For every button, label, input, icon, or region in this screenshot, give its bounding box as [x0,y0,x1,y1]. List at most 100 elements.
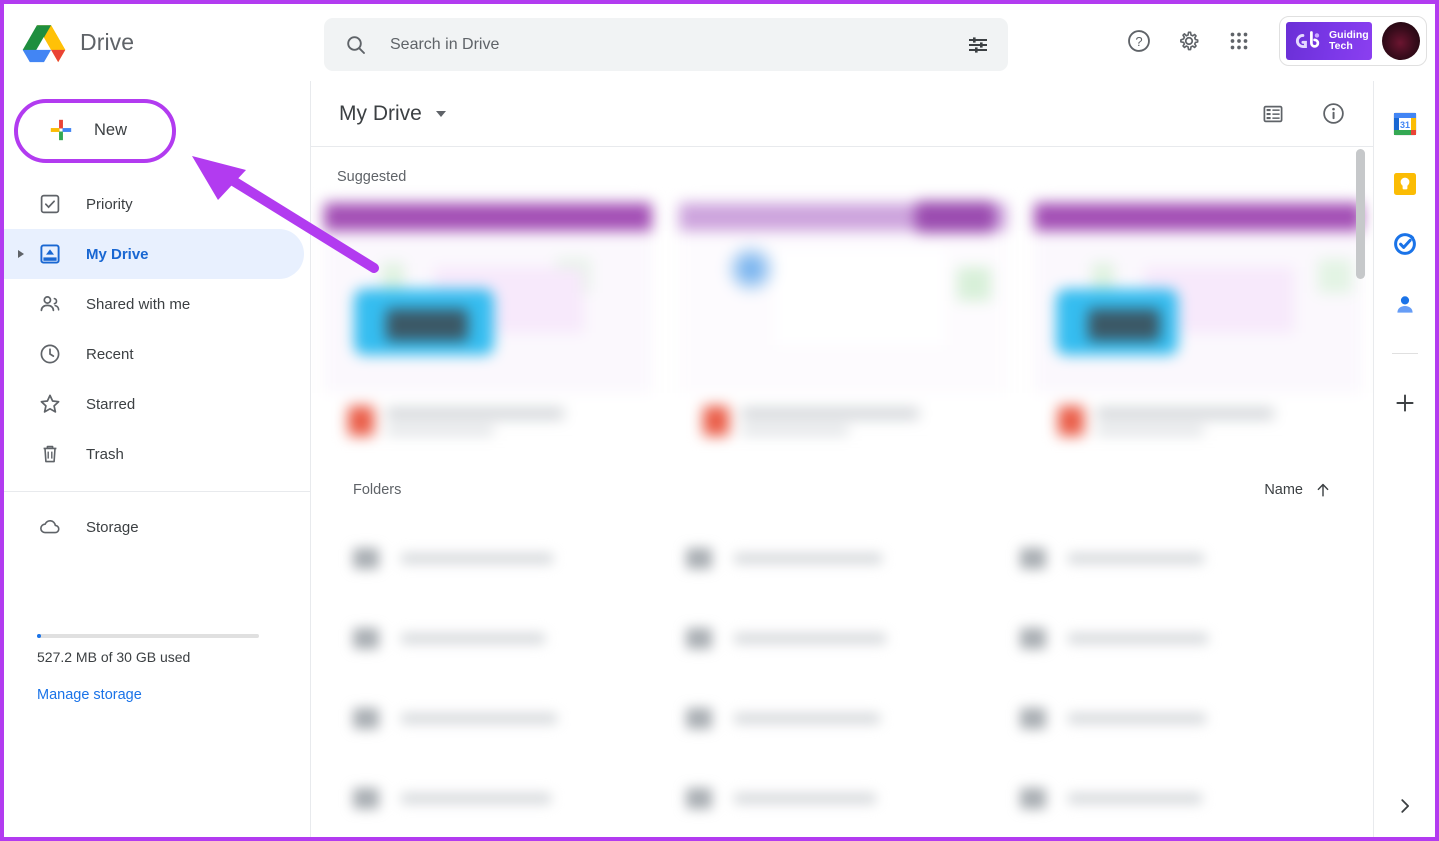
expand-panel-button[interactable] [1388,789,1422,823]
folder-icon [353,707,379,729]
screenshot-root: Drive Search in Drive ? Guiding Tech New… [0,0,1439,841]
folder-item[interactable] [353,598,686,678]
avatar[interactable] [1382,22,1420,60]
file-preview [1034,197,1362,393]
svg-text:?: ? [1135,34,1142,49]
workspace-badge-text: Guiding Tech [1329,29,1369,53]
folder-name-redacted [734,632,887,644]
sidebar-item-shared-with-me[interactable]: Shared with me [4,279,304,329]
google-keep-icon [1393,173,1416,195]
card-subtitle-redacted [1096,425,1204,435]
folder-name-redacted [1067,632,1208,644]
card-footer [679,394,1007,448]
card-text-lines [386,407,564,435]
apps-grid-icon [1230,32,1248,50]
folder-item[interactable] [353,758,686,837]
folder-icon [353,547,379,569]
check-box-icon [40,194,60,214]
folder-item[interactable] [1019,678,1353,758]
pdf-icon [1058,406,1084,436]
suggested-card[interactable] [1034,197,1362,452]
card-title-redacted [741,407,919,419]
scrollbar-thumb[interactable] [1356,149,1365,279]
cloud-icon [40,520,60,534]
google-contacts-button[interactable] [1388,287,1422,321]
sidebar-item-priority[interactable]: Priority [4,179,304,229]
folder-icon [686,627,713,649]
folder-item[interactable] [1019,518,1353,598]
new-button[interactable]: New [20,99,169,161]
sidebar-item-label: Starred [86,395,136,413]
card-footer [324,394,652,448]
sort-control[interactable]: Name [1264,480,1333,500]
suggested-card[interactable] [679,197,1007,452]
suggested-cards [311,197,1373,452]
folder-item[interactable] [686,518,1019,598]
manage-storage-link[interactable]: Manage storage [37,687,142,703]
clock-icon [40,344,60,364]
storage-bar-fill [37,634,41,638]
arrow-up-icon [1317,483,1329,497]
rail-divider [1391,353,1418,354]
folder-icon [353,787,379,809]
svg-text:31: 31 [1399,120,1409,130]
scrollbar-track[interactable] [1356,147,1369,837]
search-bar[interactable] [324,18,1008,71]
plus-icon [50,119,72,141]
view-controls [1249,90,1357,138]
folder-name-redacted [734,792,877,804]
sidebar-item-my-drive[interactable]: My Drive [4,229,304,279]
folder-name-redacted [401,552,553,564]
settings-button[interactable] [1165,17,1213,65]
drive-content: Suggested Folders Name [311,147,1373,837]
folder-item[interactable] [686,598,1019,678]
card-title-redacted [1096,407,1274,419]
sidebar-item-starred[interactable]: Starred [4,379,304,429]
pdf-icon [348,406,374,436]
storage-bar [37,634,259,638]
sidebar-item-label: Priority [86,195,133,213]
sidebar-item-storage[interactable]: Storage [4,502,304,552]
gt-logo [1296,31,1320,48]
add-app-button[interactable] [1388,386,1422,420]
info-circle-icon [1322,103,1344,124]
sidebar-item-trash[interactable]: Trash [4,429,304,479]
folder-item[interactable] [353,518,686,598]
folder-item[interactable] [1019,598,1353,678]
sidebar-item-label: Shared with me [86,295,191,313]
google-calendar-button[interactable]: 31 [1388,107,1422,141]
suggested-card[interactable] [324,197,652,452]
account-chip[interactable]: Guiding Tech [1279,16,1427,66]
folder-name-redacted [734,712,881,724]
folder-item[interactable] [353,678,686,758]
sidebar-item-recent[interactable]: Recent [4,329,304,379]
chevron-down-icon[interactable] [435,110,446,117]
folder-item[interactable] [686,758,1019,837]
apps-button[interactable] [1215,17,1263,65]
star-icon [40,394,60,413]
workspace-badge[interactable]: Guiding Tech [1286,22,1372,60]
people-icon [40,296,60,312]
brand-zone[interactable]: Drive [4,4,304,81]
folder-icon [1019,627,1046,649]
folder-name-redacted [734,552,883,564]
google-tasks-button[interactable] [1388,227,1422,261]
help-button[interactable]: ? [1115,17,1163,65]
folder-name-redacted [401,792,551,804]
card-subtitle-redacted [741,425,849,435]
list-view-button[interactable] [1249,90,1297,138]
chevron-right-icon[interactable] [18,250,24,258]
breadcrumb[interactable]: My Drive [339,102,446,126]
card-title-redacted [386,407,564,419]
folder-icon [686,547,713,569]
search-input[interactable] [374,35,948,54]
sidebar-item-label: My Drive [86,245,149,263]
folder-item[interactable] [686,678,1019,758]
folder-icon [686,787,713,809]
folder-name-redacted [401,632,545,644]
folder-item[interactable] [1019,758,1353,837]
google-keep-button[interactable] [1388,167,1422,201]
search-filter-button[interactable] [954,21,1002,69]
folder-icon [353,627,379,649]
details-button[interactable] [1309,90,1357,138]
